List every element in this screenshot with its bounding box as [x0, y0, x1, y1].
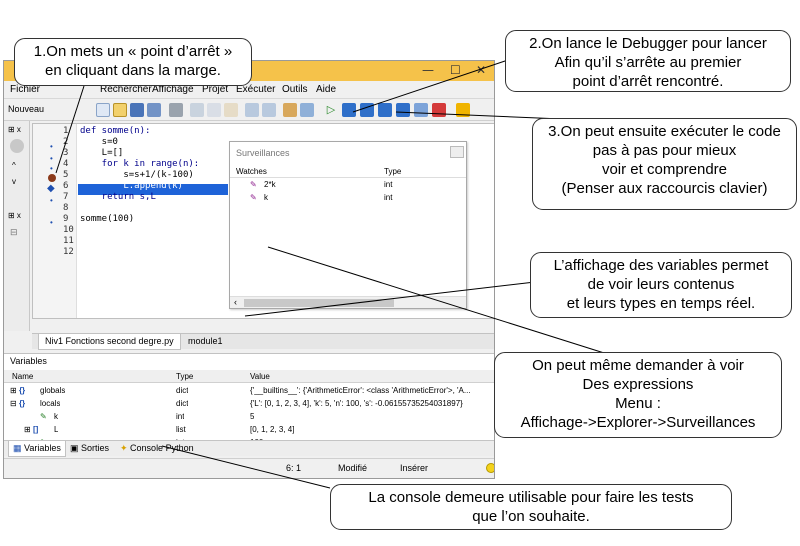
callout-variables: L’affichage des variables permet de voir… [530, 252, 792, 318]
callout-debugger: 2.On lance le Debugger pour lancer Afin … [505, 30, 791, 92]
callout-text: de voir leurs contenus [587, 276, 735, 293]
callout-text: Afin qu’il s’arrête au premier [554, 54, 742, 71]
callout-breakpoint: 1.On mets un « point d’arrêt » en cliqua… [14, 38, 252, 86]
callout-text: que l’on souhaite. [472, 508, 590, 525]
callout-text: 2.On lance le Debugger pour lancer [529, 35, 767, 52]
callout-text: L’affichage des variables permet [553, 257, 769, 274]
callout-text: pas à pas pour mieux [592, 142, 737, 159]
callout-text: voir et comprendre [601, 161, 728, 178]
callout-text: Menu : [615, 395, 661, 412]
callout-text: 3.On peut ensuite exécuter le code [548, 123, 781, 140]
callout-expressions: On peut même demander à voir Des express… [494, 352, 782, 438]
callout-text: La console demeure utilisable pour faire… [368, 489, 694, 506]
callout-text: Des expressions [582, 376, 694, 393]
callout-text: en cliquant dans la marge. [45, 62, 221, 79]
callout-console: La console demeure utilisable pour faire… [330, 484, 732, 530]
callout-text: et leurs types en temps réel. [566, 295, 756, 312]
callout-text: 1.On mets un « point d’arrêt » [33, 43, 233, 60]
callout-text: On peut même demander à voir [532, 357, 744, 374]
callout-text: (Penser aux raccourcis clavier) [561, 180, 768, 197]
callout-text: Affichage->Explorer->Surveillances [520, 414, 756, 431]
callout-text: point d’arrêt rencontré. [572, 73, 724, 90]
callout-step-by-step: 3.On peut ensuite exécuter le code pas à… [532, 118, 797, 210]
